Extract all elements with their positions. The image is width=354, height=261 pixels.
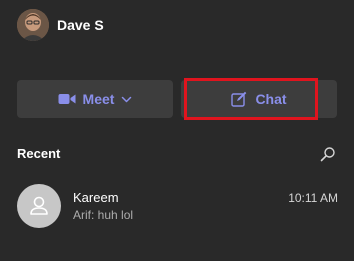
header: Dave S bbox=[0, 0, 354, 50]
contact-name: Kareem bbox=[73, 190, 119, 205]
search-icon[interactable] bbox=[320, 146, 336, 162]
list-item[interactable]: Kareem Arif: huh lol 10:11 AM bbox=[0, 178, 354, 232]
user-photo bbox=[17, 9, 49, 41]
person-icon bbox=[30, 196, 48, 215]
meet-button-label: Meet bbox=[82, 91, 115, 107]
chat-button-label: Chat bbox=[255, 91, 287, 107]
recent-section-title: Recent bbox=[17, 146, 61, 161]
video-camera-icon bbox=[58, 94, 76, 104]
meet-button[interactable]: Meet bbox=[17, 80, 173, 118]
avatar[interactable] bbox=[17, 9, 49, 41]
message-preview: Arif: huh lol bbox=[73, 208, 134, 222]
message-time: 10:11 AM bbox=[288, 191, 338, 205]
contact-avatar bbox=[17, 184, 61, 228]
compose-icon bbox=[231, 91, 247, 107]
user-name: Dave S bbox=[57, 17, 104, 33]
chevron-down-icon[interactable] bbox=[121, 94, 132, 105]
chat-button[interactable]: Chat bbox=[181, 80, 337, 118]
action-row: Meet Chat bbox=[17, 80, 337, 118]
